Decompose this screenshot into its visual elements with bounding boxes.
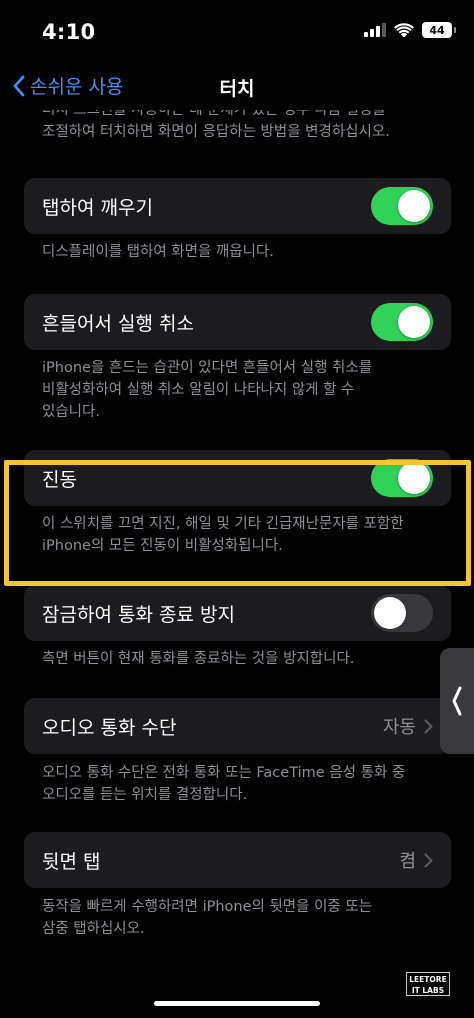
battery-icon: 44 [422,22,456,38]
footer-line: 오디오 통화 수단은 전화 통화 또는 FaceTime 음성 통화 중 [42,765,406,781]
vibration-cell: 진동 [24,450,451,506]
shake-to-undo-toggle[interactable] [371,303,433,341]
back-tap-value-text: 켬 [399,851,416,872]
footer-line: 오디오를 듣는 위치를 결정합니다. [42,787,248,803]
intro-footer-line-2: 조절하여 터치하면 화면이 응답하는 방법을 변경하십시오. [42,124,390,140]
footer-line: 삼중 탭하십시오. [42,921,145,937]
vibration-toggle[interactable] [371,459,433,497]
intro-footer: 터치 스크린을 사용하는 데 문제가 있는 경우 다음 설정을 조절하여 터치하… [42,110,442,143]
home-indicator[interactable] [154,1001,320,1006]
tap-to-wake-footer: 디스플레이를 탭하여 화면을 깨웁니다. [42,241,442,263]
wifi-icon [394,22,414,37]
back-tap-label: 뒷면 탭 [42,850,101,873]
tap-to-wake-label: 탭하여 깨우기 [42,196,153,219]
back-tap-footer: 동작을 빠르게 수행하려면 iPhone의 뒷면을 이중 또는 삼중 탭하십시오… [42,896,442,940]
cellular-signal-icon [364,23,386,37]
footer-line: 동작을 빠르게 수행하려면 iPhone의 뒷면을 이중 또는 [42,899,373,915]
back-tap-value[interactable]: 켬 [399,847,433,873]
call-audio-routing-label: 오디오 통화 수단 [42,716,177,739]
side-panel-handle[interactable] [440,648,474,754]
shake-to-undo-cell: 흔들어서 실행 취소 [24,294,451,350]
status-bar: 4:10 44 [0,0,474,64]
prevent-lock-end-call-footer: 측면 버튼이 현재 통화를 종료하는 것을 방지합니다. [42,648,442,670]
page-title: 터치 [219,78,255,100]
prevent-lock-end-call-label: 잠금하여 통화 종료 방지 [42,603,235,626]
chevron-right-icon [424,718,433,734]
call-audio-routing-footer: 오디오 통화 수단은 전화 통화 또는 FaceTime 음성 통화 중 오디오… [42,762,442,806]
watermark-logo: LEETORE IT LABS [406,972,450,996]
footer-line: 이 스위치를 끄면 지진, 해일 및 기타 긴급재난문자를 포함한 [42,516,404,532]
shake-to-undo-label: 흔들어서 실행 취소 [42,312,194,335]
chevron-right-icon [424,852,433,868]
prevent-lock-end-call-cell: 잠금하여 통화 종료 방지 [24,585,451,641]
screen: 4:10 44 손쉬운 사용 터치 터치 스크린을 사용하는 데 문제가 있는 … [0,0,474,1018]
shake-to-undo-footer: iPhone을 흔드는 습관이 있다면 흔들어서 실행 취소를 비활성화하여 실… [42,357,442,423]
status-time: 4:10 [42,20,96,44]
intro-footer-line-1: 터치 스크린을 사용하는 데 문제가 있는 경우 다음 설정을 [42,110,386,118]
watermark-line-1: LEETORE [409,975,447,984]
settings-list[interactable]: 터치 스크린을 사용하는 데 문제가 있는 경우 다음 설정을 조절하여 터치하… [0,104,474,1018]
footer-line: 측면 버튼이 현재 통화를 종료하는 것을 방지합니다. [42,651,355,667]
call-audio-routing-cell[interactable]: 오디오 통화 수단 자동 [24,698,451,754]
footer-line: 있습니다. [42,404,100,420]
status-icons: 44 [364,22,456,38]
watermark-line-2: IT LABS [411,986,445,995]
call-audio-routing-value[interactable]: 자동 [383,713,433,739]
call-audio-routing-value-text: 자동 [382,717,416,738]
footer-line: iPhone의 모든 진동이 비활성화됩니다. [42,538,283,554]
vibration-label: 진동 [42,468,77,491]
tap-to-wake-toggle[interactable] [371,187,433,225]
tap-to-wake-cell: 탭하여 깨우기 [24,178,451,234]
nav-bar: 손쉬운 사용 터치 [0,64,474,110]
footer-line: 디스플레이를 탭하여 화면을 깨웁니다. [42,244,274,260]
footer-line: iPhone을 흔드는 습관이 있다면 흔들어서 실행 취소를 [42,360,373,376]
vibration-footer: 이 스위치를 끄면 지진, 해일 및 기타 긴급재난문자를 포함한 iPhone… [42,513,442,557]
prevent-lock-end-call-toggle[interactable] [371,594,433,632]
back-tap-cell[interactable]: 뒷면 탭 켬 [24,832,451,888]
chevron-left-icon [452,686,462,716]
footer-line: 비활성화하여 실행 취소 알림이 나타나지 않게 할 수 [42,382,355,398]
